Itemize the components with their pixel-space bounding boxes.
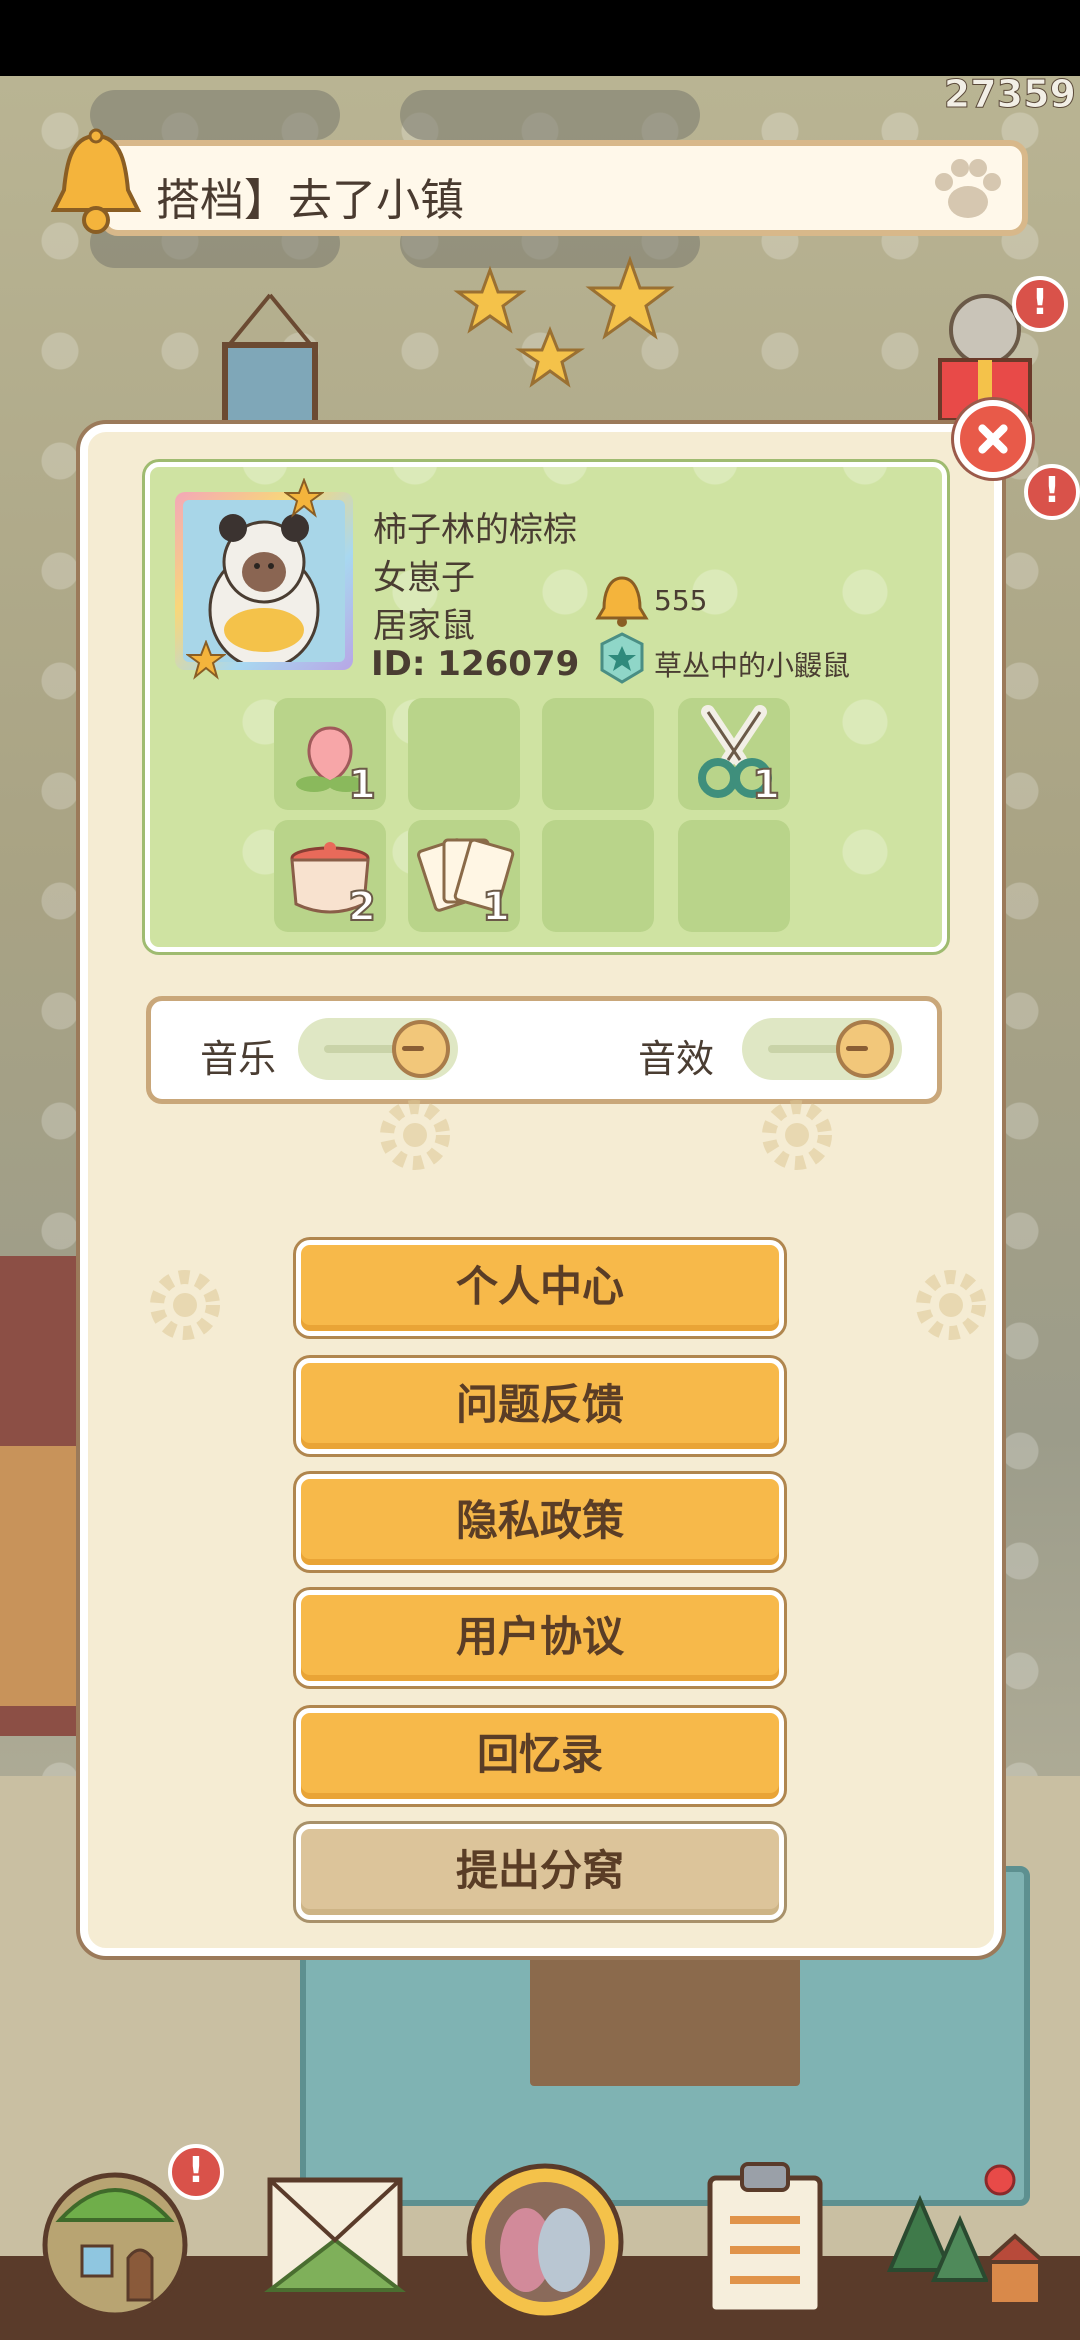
item-slot-cards[interactable]: 1 <box>408 820 520 932</box>
item-slot-empty[interactable] <box>542 698 654 810</box>
map-nav-icon[interactable] <box>880 2150 1050 2320</box>
sfx-toggle[interactable] <box>742 1018 902 1080</box>
gear-icon <box>762 1100 832 1170</box>
score-counter: 27359 <box>943 72 1076 117</box>
gear-icon <box>916 1270 986 1340</box>
hanging-stars <box>453 255 675 388</box>
house-alert-badge: ! <box>168 2144 224 2200</box>
privacy-policy-button[interactable]: 隐私政策 <box>296 1474 784 1570</box>
ticker-text: 搭档】去了小镇 <box>156 175 464 226</box>
player-gender: 女崽子 <box>373 558 475 598</box>
status-bar <box>0 0 1080 76</box>
item-slot-empty[interactable] <box>408 698 520 810</box>
item-count: 1 <box>751 761 781 809</box>
toggle-knob <box>392 1020 450 1078</box>
sfx-label: 音效 <box>638 1037 715 1081</box>
item-count: 2 <box>347 883 377 931</box>
memories-button[interactable]: 回忆录 <box>296 1708 784 1804</box>
bell-count: 555 <box>654 584 708 617</box>
avatar-image <box>183 500 345 662</box>
character-nav-icon[interactable] <box>460 2150 630 2320</box>
item-count: 1 <box>347 761 377 809</box>
item-slot-empty[interactable] <box>678 820 790 932</box>
notification-ticker[interactable]: 搭档】去了小镇 <box>100 140 1028 236</box>
personal-center-button[interactable]: 个人中心 <box>296 1240 784 1336</box>
task-clipboard-nav-icon[interactable] <box>680 2150 850 2320</box>
bell-coin-icon <box>595 576 649 627</box>
mail-nav-icon[interactable] <box>250 2150 420 2320</box>
leave-nest-button[interactable]: 提出分窝 <box>296 1824 784 1920</box>
toggle-knob <box>836 1020 894 1078</box>
hanging-picture-frame <box>222 293 318 428</box>
left-drawer <box>0 1446 90 1706</box>
music-label: 音乐 <box>200 1037 277 1081</box>
close-button[interactable] <box>954 400 1032 478</box>
gear-icon <box>380 1100 450 1170</box>
feedback-button[interactable]: 问题反馈 <box>296 1358 784 1454</box>
star-badge-icon <box>284 478 324 518</box>
panda-hamster-icon <box>208 514 320 662</box>
gem-counter[interactable] <box>400 90 700 140</box>
paw-icon[interactable] <box>928 150 1008 230</box>
item-count: 1 <box>481 883 511 931</box>
side-alert-badge: ! <box>1024 464 1080 520</box>
gear-icon <box>150 1270 220 1340</box>
player-title: 居家鼠 <box>373 606 475 646</box>
item-slot-pot[interactable]: 2 <box>274 820 386 932</box>
music-toggle[interactable] <box>298 1018 458 1080</box>
item-slot-peach[interactable]: 1 <box>274 698 386 810</box>
bell-icon[interactable] <box>48 128 144 236</box>
gift-alert-badge: ! <box>1012 276 1068 332</box>
badge-icon <box>600 632 644 684</box>
badge-name: 草丛中的小鼹鼠 <box>654 649 851 682</box>
player-id: ID: 126079 <box>371 644 580 684</box>
wooden-table <box>530 1936 800 2086</box>
star-badge-icon-2 <box>186 640 226 680</box>
item-slot-empty[interactable] <box>542 820 654 932</box>
item-slot-scissors[interactable]: 1 <box>678 698 790 810</box>
player-name: 柿子林的棕棕 <box>373 510 577 550</box>
user-agreement-button[interactable]: 用户协议 <box>296 1590 784 1686</box>
